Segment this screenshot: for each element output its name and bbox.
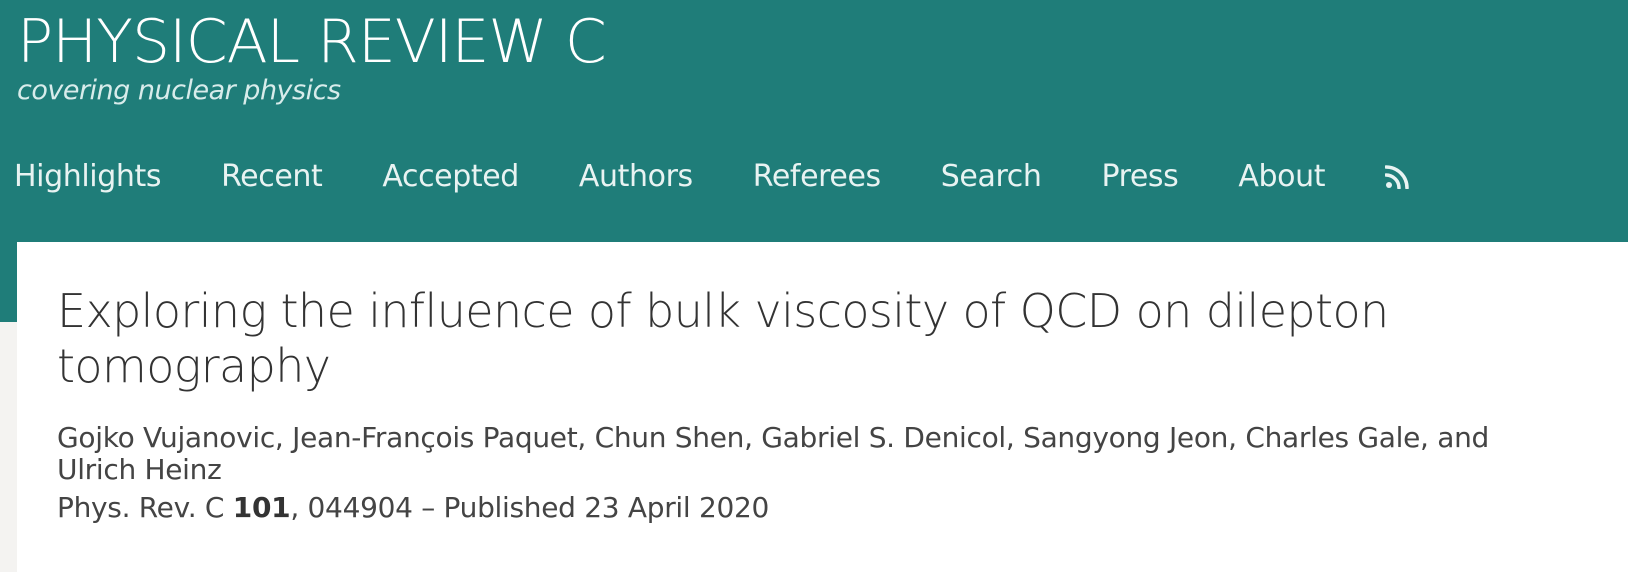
nav-item-accepted[interactable]: Accepted <box>382 152 519 202</box>
article-authors: Gojko Vujanovic, Jean-François Paquet, C… <box>57 421 1490 486</box>
nav-item-recent[interactable]: Recent <box>221 152 323 202</box>
nav-item-referees[interactable]: Referees <box>753 152 881 202</box>
article-citation: Phys. Rev. C 101, 044904 – Published 23 … <box>57 490 769 526</box>
article-title: Exploring the influence of bulk viscosit… <box>57 284 1389 393</box>
citation-published-date: – Published 23 April 2020 <box>412 491 770 524</box>
nav-item-search[interactable]: Search <box>941 152 1042 202</box>
nav-item-press[interactable]: Press <box>1101 152 1178 202</box>
header-accent-strip <box>0 242 17 322</box>
main-nav: Highlights Recent Accepted Authors Refer… <box>14 152 1409 202</box>
rss-icon[interactable] <box>1384 165 1409 190</box>
nav-item-highlights[interactable]: Highlights <box>14 152 161 202</box>
nav-item-about[interactable]: About <box>1238 152 1325 202</box>
citation-volume: 101 <box>232 491 291 524</box>
journal-title[interactable]: PHYSICAL REVIEW C <box>17 6 607 78</box>
citation-journal: Phys. Rev. C <box>57 491 225 524</box>
site-header: PHYSICAL REVIEW C covering nuclear physi… <box>0 0 1628 242</box>
citation-article-number: , 044904 <box>290 491 413 524</box>
journal-subtitle: covering nuclear physics <box>17 75 341 106</box>
nav-item-authors[interactable]: Authors <box>579 152 693 202</box>
article-content: Exploring the influence of bulk viscosit… <box>17 242 1628 572</box>
